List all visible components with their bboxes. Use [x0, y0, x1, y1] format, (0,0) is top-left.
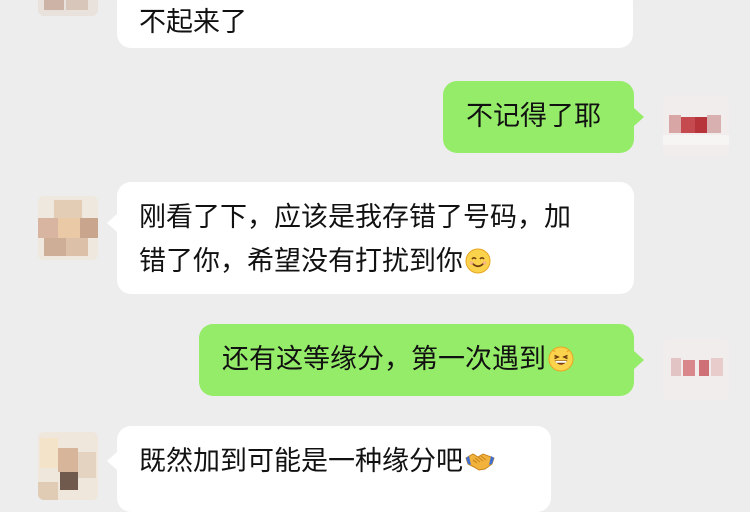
- message-text-line: 刚看了下，应该是我存错了号码，加: [139, 202, 571, 233]
- smiling-face-emoji: [465, 248, 491, 273]
- message-text: 不起来了: [139, 7, 247, 38]
- message-bubble-outgoing[interactable]: 还有这等缘分，第一次遇到: [199, 324, 634, 396]
- bubble-tail: [634, 108, 644, 126]
- message-bubble-outgoing[interactable]: 不记得了耶: [443, 81, 634, 153]
- message-text: 还有这等缘分，第一次遇到: [222, 344, 546, 375]
- message-text: 既然加到可能是一种缘分吧: [139, 446, 463, 477]
- contact-avatar[interactable]: [38, 0, 98, 16]
- bubble-tail: [107, 452, 117, 470]
- message-text: 不记得了耶: [466, 101, 601, 132]
- user-avatar[interactable]: [663, 95, 729, 157]
- grinning-face-emoji: [548, 346, 574, 371]
- bubble-tail: [634, 351, 644, 369]
- contact-avatar[interactable]: [38, 432, 98, 500]
- chat-view: 不起来了 不记得了耶 刚看了下，应该是我存错了号码，加 错了你，希望没有打扰到你: [0, 0, 750, 512]
- message-bubble-incoming[interactable]: 不起来了: [117, 0, 633, 48]
- handshake-emoji: [465, 452, 495, 471]
- message-text-line-2: 错了你，希望没有打扰到你: [139, 240, 634, 284]
- message-bubble-incoming[interactable]: 刚看了下，应该是我存错了号码，加 错了你，希望没有打扰到你: [117, 182, 634, 294]
- message-bubble-incoming[interactable]: 既然加到可能是一种缘分吧: [117, 426, 551, 512]
- message-text: 错了你，希望没有打扰到你: [139, 246, 463, 277]
- bubble-tail: [107, 214, 117, 232]
- contact-avatar[interactable]: [38, 196, 98, 260]
- user-avatar[interactable]: [663, 338, 729, 400]
